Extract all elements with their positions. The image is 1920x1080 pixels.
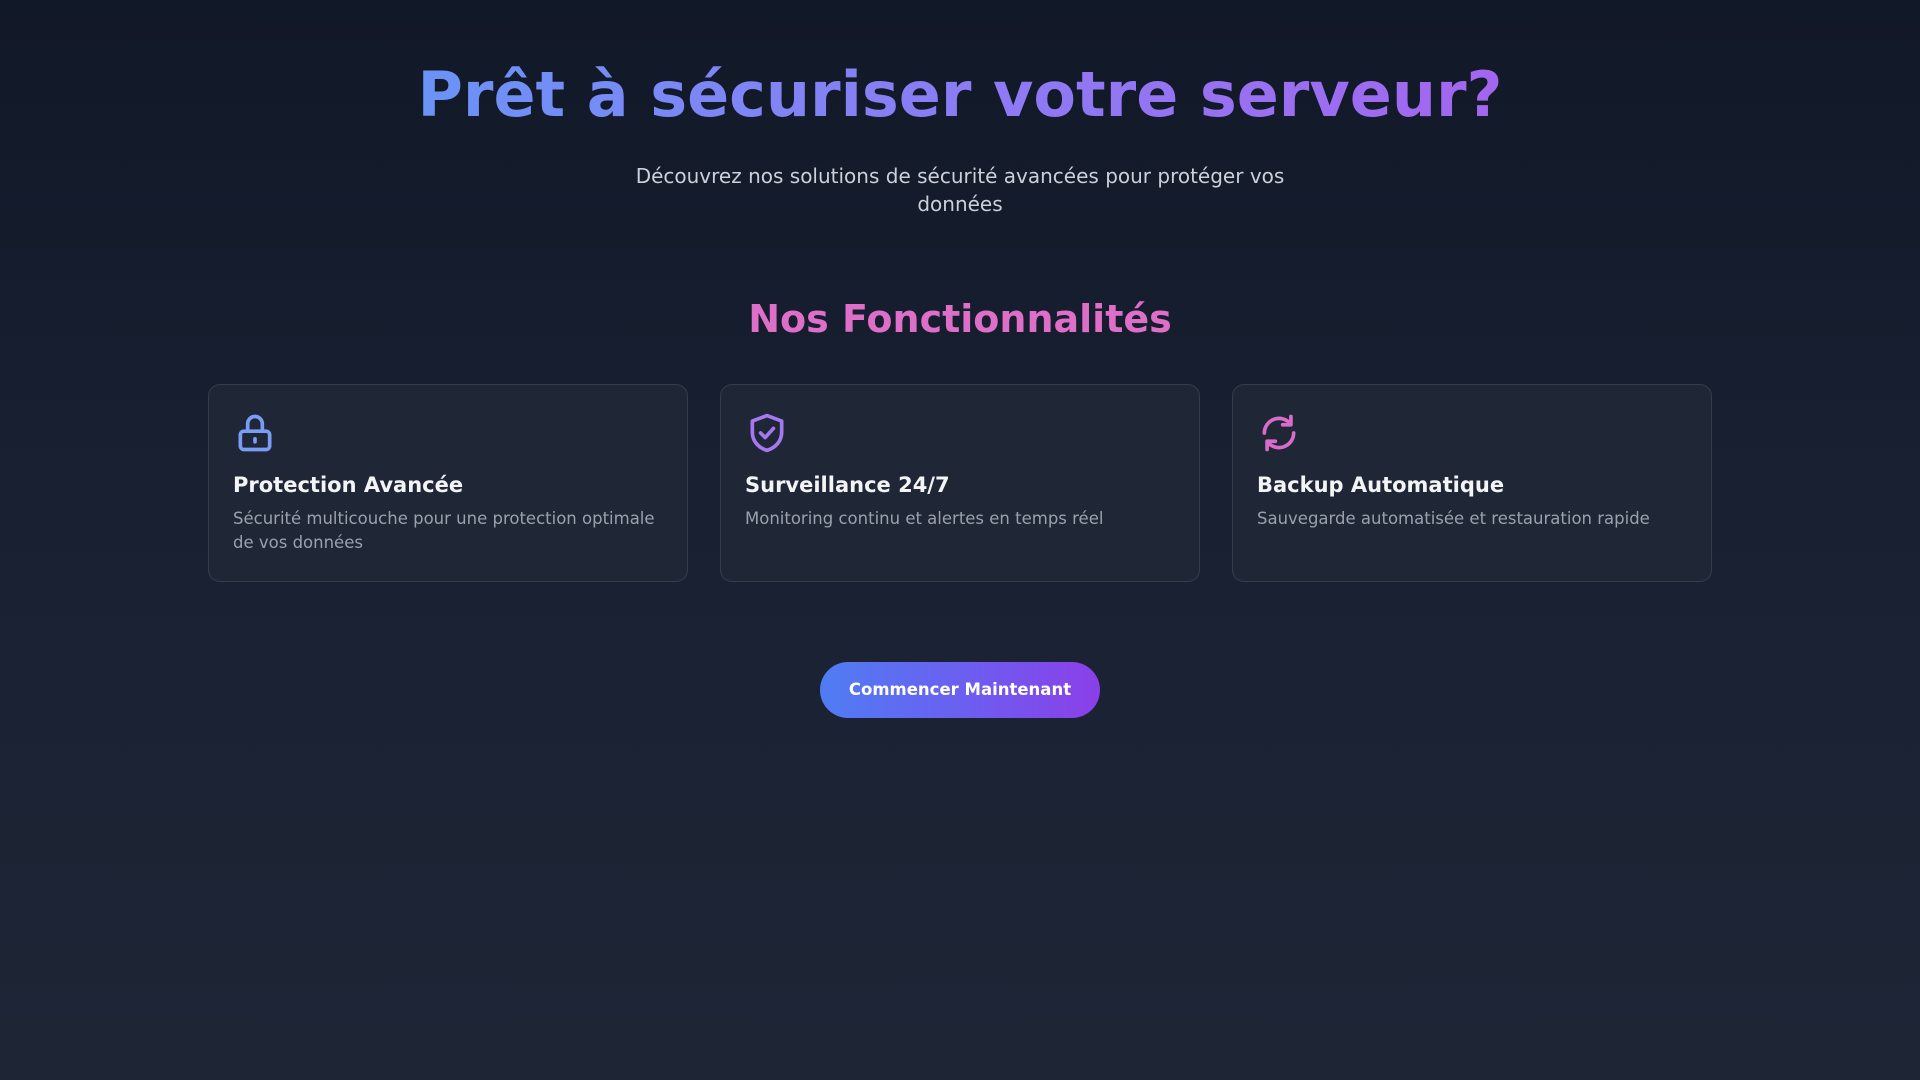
feature-description: Sauvegarde automatisée et restauration r… <box>1257 509 1650 528</box>
feature-card-surveillance: Surveillance 24/7 Monitoring continu et … <box>720 384 1200 582</box>
shield-check-icon <box>745 411 789 455</box>
feature-card-protection: Protection Avancée Sécurité multicouche … <box>208 384 688 582</box>
feature-title: Backup Automatique <box>1257 473 1505 497</box>
feature-description: Monitoring continu et alertes en temps r… <box>745 509 1104 528</box>
cta-container: Commencer Maintenant <box>0 662 1920 718</box>
hero-section: Prêt à sécuriser votre serveur? Découvre… <box>0 0 1920 218</box>
feature-card-backup: Backup Automatique Sauvegarde automatisé… <box>1232 384 1712 582</box>
feature-cards: Protection Avancée Sécurité multicouche … <box>0 384 1920 582</box>
page-title: Prêt à sécuriser votre serveur? <box>417 58 1503 131</box>
refresh-icon <box>1257 411 1301 455</box>
feature-title: Protection Avancée <box>233 473 464 497</box>
features-section: Nos Fonctionnalités Protection Avancée S… <box>0 296 1920 582</box>
features-heading: Nos Fonctionnalités <box>748 297 1172 341</box>
page-subtitle: Découvrez nos solutions de sécurité avan… <box>635 164 1285 216</box>
start-now-button[interactable]: Commencer Maintenant <box>820 662 1100 718</box>
feature-description: Sécurité multicouche pour une protection… <box>233 509 655 552</box>
feature-title: Surveillance 24/7 <box>745 473 950 497</box>
lock-icon <box>233 411 277 455</box>
